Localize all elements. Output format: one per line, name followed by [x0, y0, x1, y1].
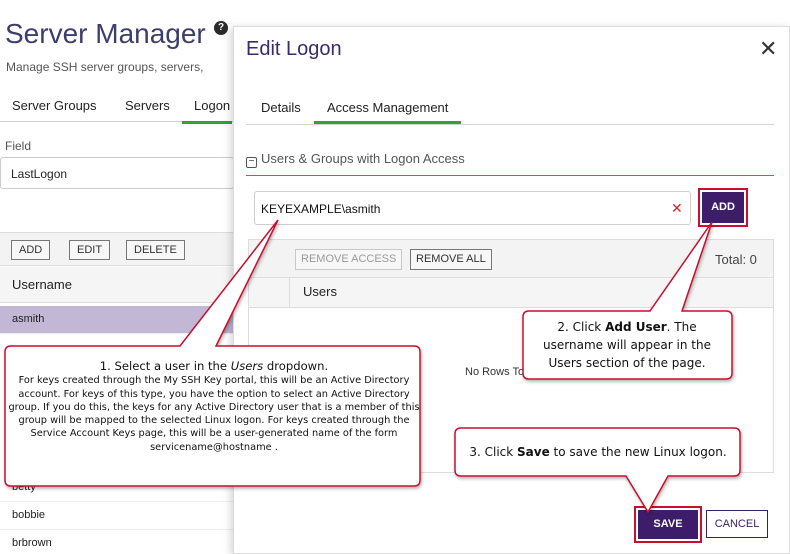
page-title: Server Manager: [5, 18, 206, 49]
page-subtitle: Manage SSH server groups, servers,: [6, 60, 204, 74]
add-user-button[interactable]: ADD: [698, 188, 748, 227]
grid-toolbar: ADD EDIT DELETE: [0, 232, 234, 266]
edit-logon-button[interactable]: EDIT: [69, 240, 111, 260]
section-title: Users & Groups with Logon Access: [261, 151, 465, 166]
column-divider: [289, 278, 290, 308]
field-select[interactable]: LastLogon: [0, 157, 234, 189]
remove-all-button[interactable]: REMOVE ALL: [410, 249, 492, 270]
collapse-minus-icon[interactable]: −: [246, 157, 257, 168]
field-label: Field: [5, 139, 32, 153]
remove-access-button[interactable]: REMOVE ACCESS: [295, 249, 403, 270]
callout-step-1-lead: 1. Select a user in the Users dropdown.: [99, 359, 329, 373]
table-row[interactable]: betty: [0, 474, 234, 502]
clear-x-icon[interactable]: ✕: [671, 200, 683, 217]
main-tabs: Server Groups Servers Logon: [0, 96, 234, 124]
close-x-icon[interactable]: ✕: [759, 36, 777, 62]
users-select-input[interactable]: KEYEXAMPLE\asmith: [254, 191, 691, 225]
total-count: Total: 0: [715, 252, 757, 267]
callout-step-2: 2. Click Add User. The username will app…: [543, 320, 711, 370]
edit-logon-dialog: Edit Logon ✕ Details Access Management −…: [233, 26, 790, 554]
empty-grid-message: No Rows To: [465, 366, 525, 378]
callout-step-1-body: For keys created through the My SSH Key …: [8, 375, 420, 453]
table-row[interactable]: asmith: [0, 306, 234, 334]
users-groups-section-header[interactable]: − Users & Groups with Logon Access: [246, 151, 774, 176]
callout-step-1: 1. Select a user in the Users dropdown. …: [8, 359, 420, 454]
tab-servers[interactable]: Servers: [125, 98, 170, 113]
cancel-button[interactable]: CANCEL: [706, 510, 768, 538]
add-logon-button[interactable]: ADD: [11, 240, 51, 260]
access-grid-toolbar: REMOVE ACCESS REMOVE ALL Total: 0: [249, 240, 773, 278]
table-row[interactable]: brbrown: [0, 530, 234, 554]
table-row[interactable]: bobbie: [0, 502, 234, 530]
tab-details[interactable]: Details: [261, 100, 301, 115]
tab-access-management[interactable]: Access Management: [314, 100, 462, 124]
dialog-tabs: Details Access Management: [246, 97, 774, 125]
users-column-header[interactable]: Users: [303, 284, 337, 299]
tab-server-groups[interactable]: Server Groups: [12, 98, 97, 113]
access-grid-header: Users: [249, 278, 773, 308]
callout-step-3: 3. Click Save to save the new Linux logo…: [469, 445, 727, 459]
delete-logon-button[interactable]: DELETE: [126, 240, 185, 260]
username-column-header[interactable]: Username: [0, 267, 234, 303]
save-button[interactable]: SAVE: [634, 506, 702, 543]
tab-logon[interactable]: Logon: [182, 98, 233, 124]
dialog-title: Edit Logon: [246, 38, 342, 60]
question-circle-icon[interactable]: ?: [214, 21, 228, 35]
